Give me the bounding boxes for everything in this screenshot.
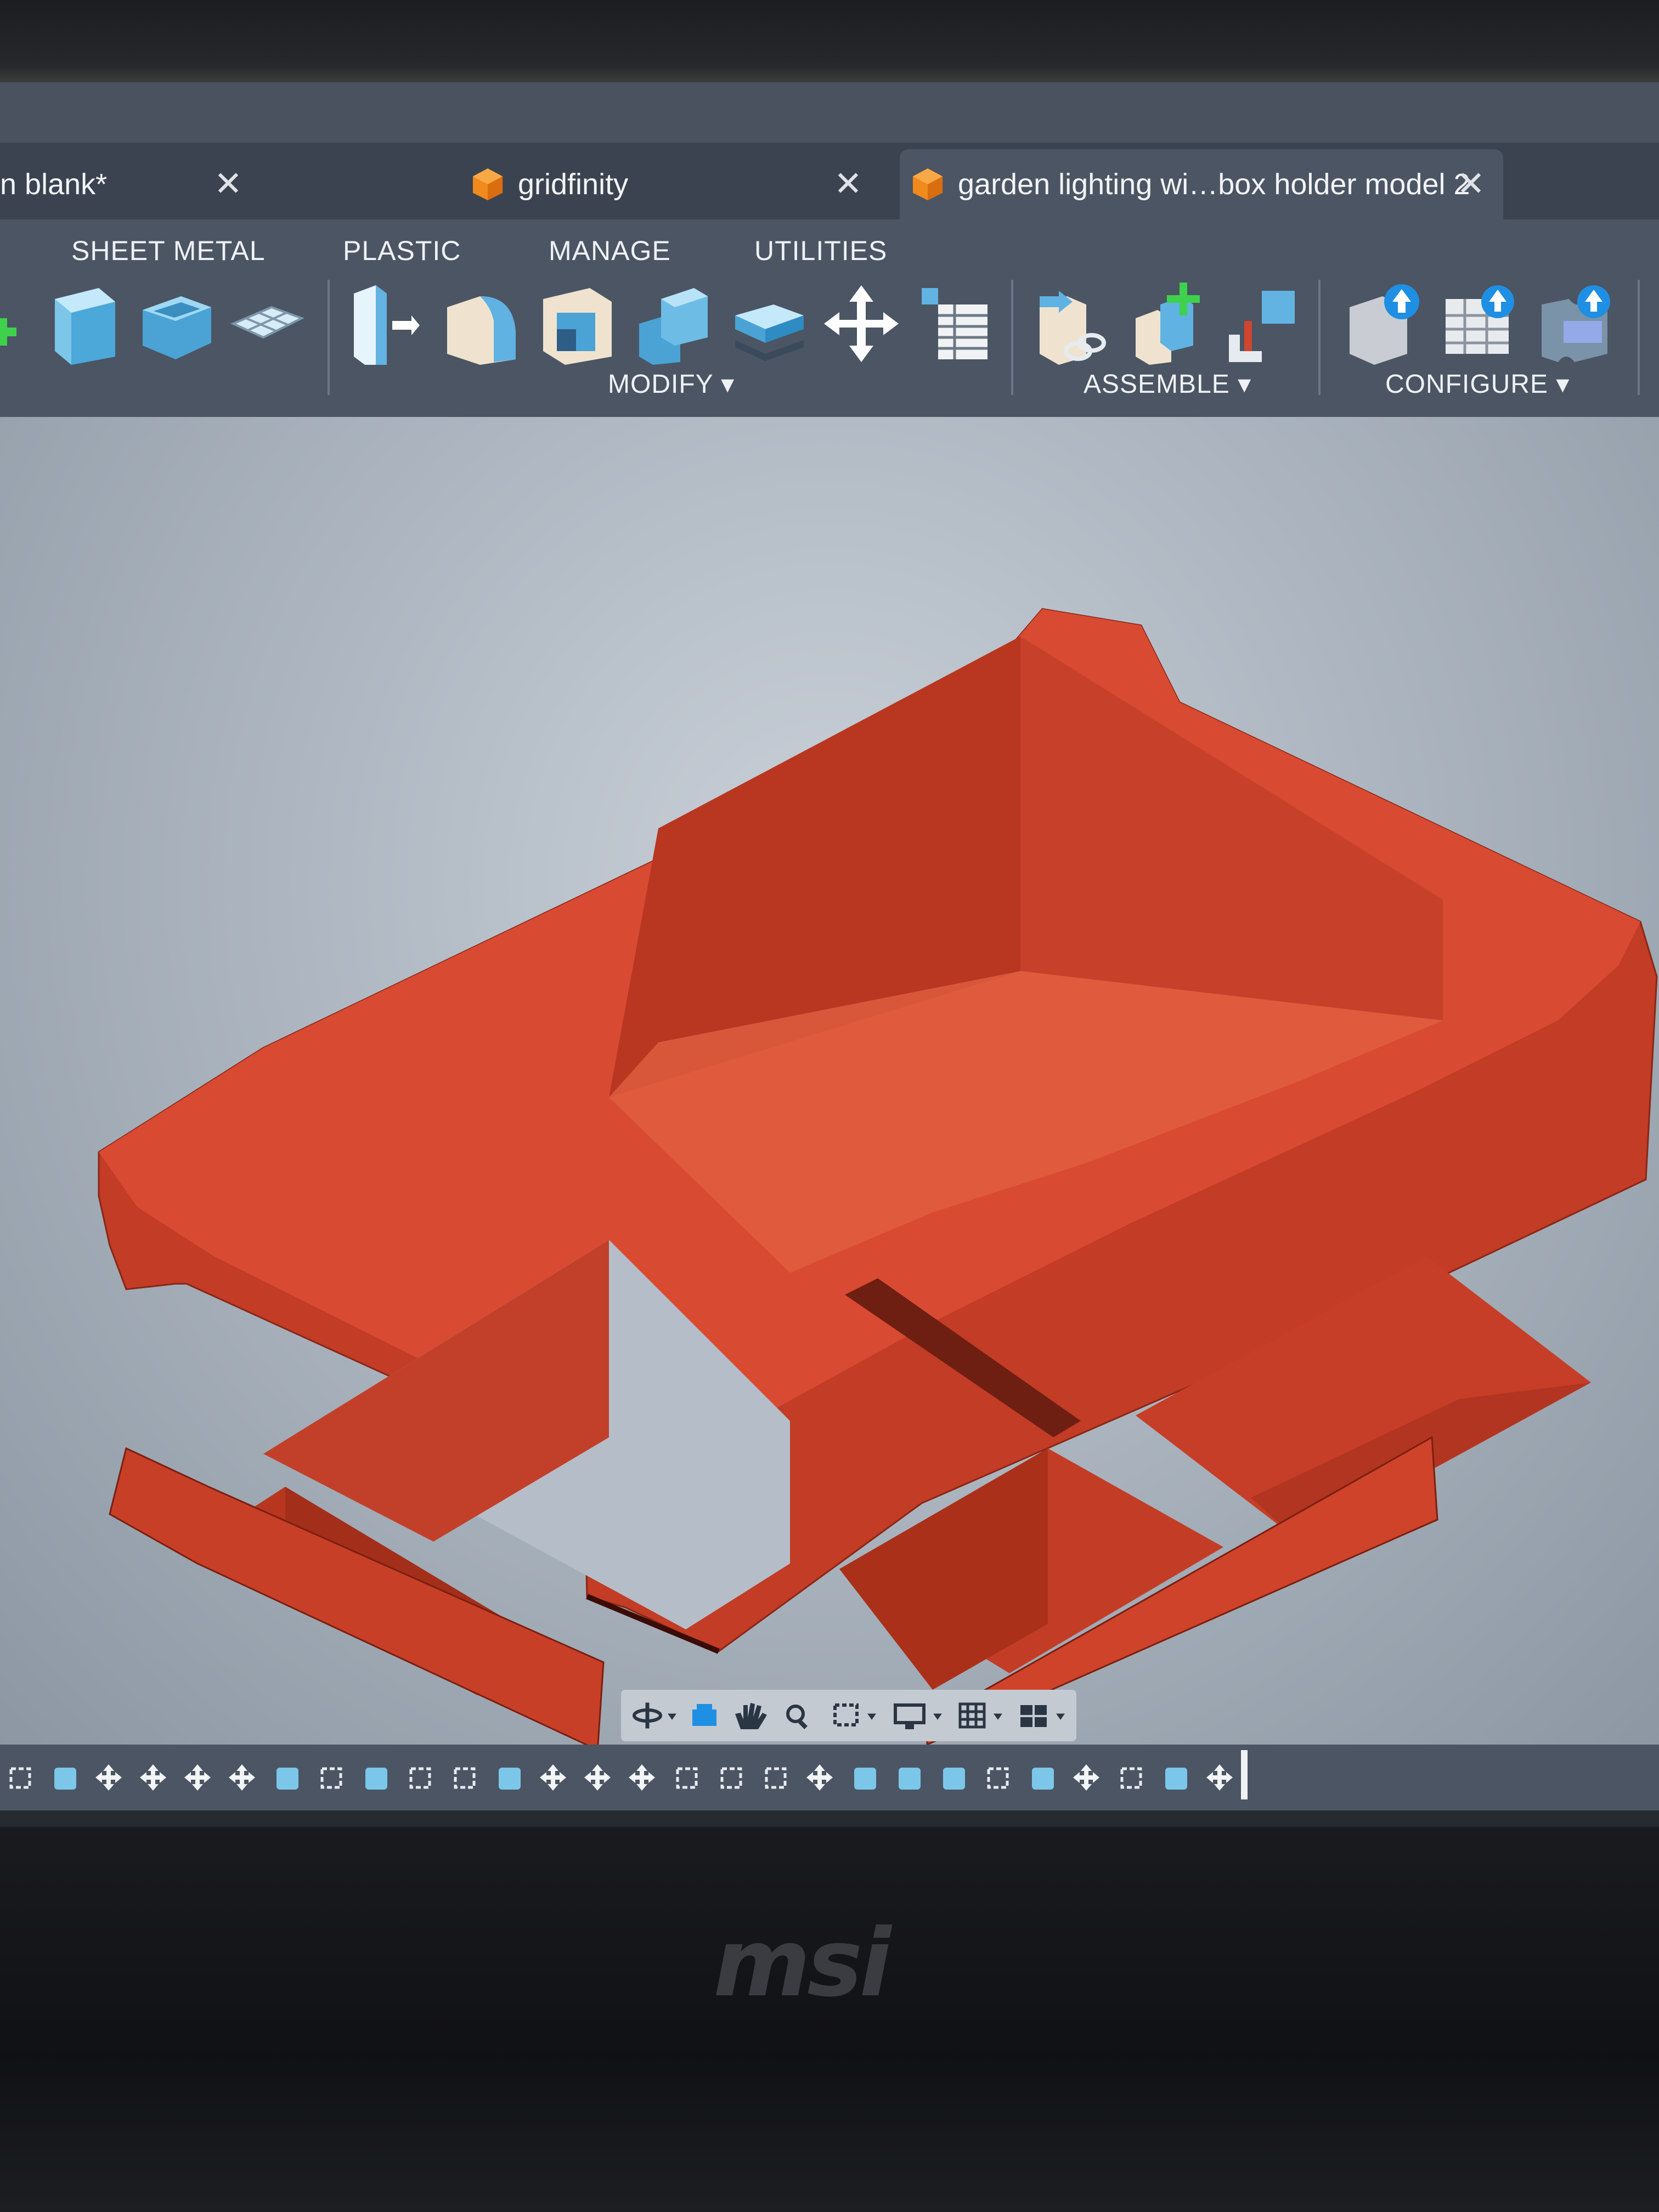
- timeline-marker[interactable]: [1241, 1750, 1248, 1799]
- shell-box-icon[interactable]: [137, 283, 214, 365]
- timeline-sketch-icon[interactable]: [720, 1767, 742, 1789]
- tab-plastic[interactable]: PLASTIC: [343, 235, 461, 267]
- close-icon[interactable]: ✕: [1457, 163, 1485, 204]
- grid-pattern-icon[interactable]: [228, 283, 304, 365]
- create-sketch-icon[interactable]: [0, 283, 27, 365]
- configure-design-icon[interactable]: [1344, 283, 1421, 365]
- timeline-move-icon[interactable]: [140, 1764, 166, 1791]
- timeline-sketch-icon[interactable]: [320, 1767, 342, 1789]
- shell-icon[interactable]: [538, 283, 614, 365]
- timeline-body-icon[interactable]: [499, 1768, 521, 1790]
- modify-menu[interactable]: MODIFY ▾: [608, 369, 735, 399]
- configuration-table-icon[interactable]: [1440, 283, 1517, 365]
- laptop-bezel-bottom: msi: [0, 1827, 1659, 2212]
- joint-icon[interactable]: [1130, 283, 1207, 365]
- timeline-body-icon[interactable]: [854, 1768, 876, 1790]
- tab-label: n blank*: [0, 168, 108, 201]
- configure-menu[interactable]: CONFIGURE ▾: [1385, 369, 1570, 399]
- fusion-window: n blank* ✕ gridfinity ✕ garden lighting …: [0, 82, 1659, 1827]
- fusion-document-icon: [912, 168, 943, 200]
- configuration-rule-icon[interactable]: [1536, 283, 1613, 365]
- laptop-bezel-top: [0, 0, 1659, 82]
- taskbar-icons[interactable]: >: [0, 1810, 1659, 1827]
- document-tab-gridfinity[interactable]: gridfinity ✕: [472, 149, 878, 219]
- timeline-sketch-icon[interactable]: [676, 1767, 698, 1789]
- timeline-sketch-icon[interactable]: [9, 1767, 31, 1789]
- toolbar-separator: [1011, 280, 1013, 395]
- toolbar-separator: [328, 280, 330, 395]
- change-parameters-icon[interactable]: [916, 283, 993, 365]
- design-timeline[interactable]: [0, 1745, 1659, 1810]
- timeline-sketch-icon[interactable]: [409, 1767, 431, 1789]
- fillet-icon[interactable]: [442, 283, 518, 365]
- fusion-document-icon: [472, 168, 503, 200]
- timeline-feature-icons[interactable]: [0, 1745, 1659, 1810]
- timeline-sketch-icon[interactable]: [454, 1767, 476, 1789]
- timeline-move-icon[interactable]: [95, 1764, 122, 1791]
- tab-label: garden lighting wi…box holder model 2: [958, 168, 1470, 201]
- toolbar-separator: [1638, 280, 1640, 395]
- assemble-menu[interactable]: ASSEMBLE ▾: [1084, 369, 1251, 399]
- title-bar: [0, 82, 1659, 143]
- timeline-move-icon[interactable]: [540, 1764, 566, 1791]
- close-icon[interactable]: ✕: [834, 163, 862, 204]
- tab-manage[interactable]: MANAGE: [549, 235, 671, 267]
- timeline-sketch-icon[interactable]: [1120, 1767, 1142, 1789]
- move-copy-icon[interactable]: [823, 283, 900, 365]
- ribbon-toolbar: SHEET METAL PLASTIC MANAGE UTILITIES MOD…: [0, 219, 1659, 417]
- timeline-body-icon[interactable]: [365, 1768, 387, 1790]
- document-tab-blank[interactable]: n blank* ✕: [0, 149, 455, 219]
- navigation-bar: [621, 1690, 1076, 1741]
- document-tab-strip: n blank* ✕ gridfinity ✕ garden lighting …: [0, 143, 1659, 219]
- windows-taskbar: >: [0, 1810, 1659, 1827]
- timeline-sketch-icon[interactable]: [765, 1767, 787, 1789]
- timeline-move-icon[interactable]: [806, 1764, 833, 1791]
- timeline-body-icon[interactable]: [1165, 1768, 1187, 1790]
- timeline-move-icon[interactable]: [1206, 1764, 1233, 1791]
- box-holder-model[interactable]: [0, 417, 1659, 1745]
- tab-sheet-metal[interactable]: SHEET METAL: [71, 235, 266, 267]
- timeline-move-icon[interactable]: [229, 1764, 255, 1791]
- timeline-body-icon[interactable]: [276, 1768, 298, 1790]
- replace-face-icon[interactable]: [730, 283, 806, 365]
- timeline-move-icon[interactable]: [584, 1764, 611, 1791]
- timeline-body-icon[interactable]: [943, 1768, 965, 1790]
- toolbar-separator: [1318, 280, 1321, 395]
- timeline-body-icon[interactable]: [54, 1768, 76, 1790]
- combine-icon[interactable]: [634, 283, 710, 365]
- tab-label: gridfinity: [518, 168, 629, 201]
- timeline-move-icon[interactable]: [629, 1764, 655, 1791]
- 3d-viewport[interactable]: [0, 417, 1659, 1745]
- timeline-move-icon[interactable]: [1073, 1764, 1099, 1791]
- new-component-icon[interactable]: [1034, 283, 1111, 365]
- close-icon[interactable]: ✕: [214, 163, 242, 204]
- brand-logo: msi: [713, 1909, 891, 2018]
- timeline-move-icon[interactable]: [184, 1764, 211, 1791]
- tab-utilities[interactable]: UTILITIES: [754, 235, 887, 267]
- navbar-tools[interactable]: [631, 1697, 1075, 1734]
- press-pull-icon[interactable]: [346, 283, 422, 365]
- timeline-sketch-icon[interactable]: [987, 1767, 1009, 1789]
- timeline-body-icon[interactable]: [1032, 1768, 1054, 1790]
- box-icon[interactable]: [44, 283, 121, 365]
- as-built-joint-icon[interactable]: [1223, 283, 1300, 365]
- timeline-body-icon[interactable]: [899, 1768, 921, 1790]
- document-tab-garden-lighting[interactable]: garden lighting wi…box holder model 2 ✕: [900, 149, 1503, 219]
